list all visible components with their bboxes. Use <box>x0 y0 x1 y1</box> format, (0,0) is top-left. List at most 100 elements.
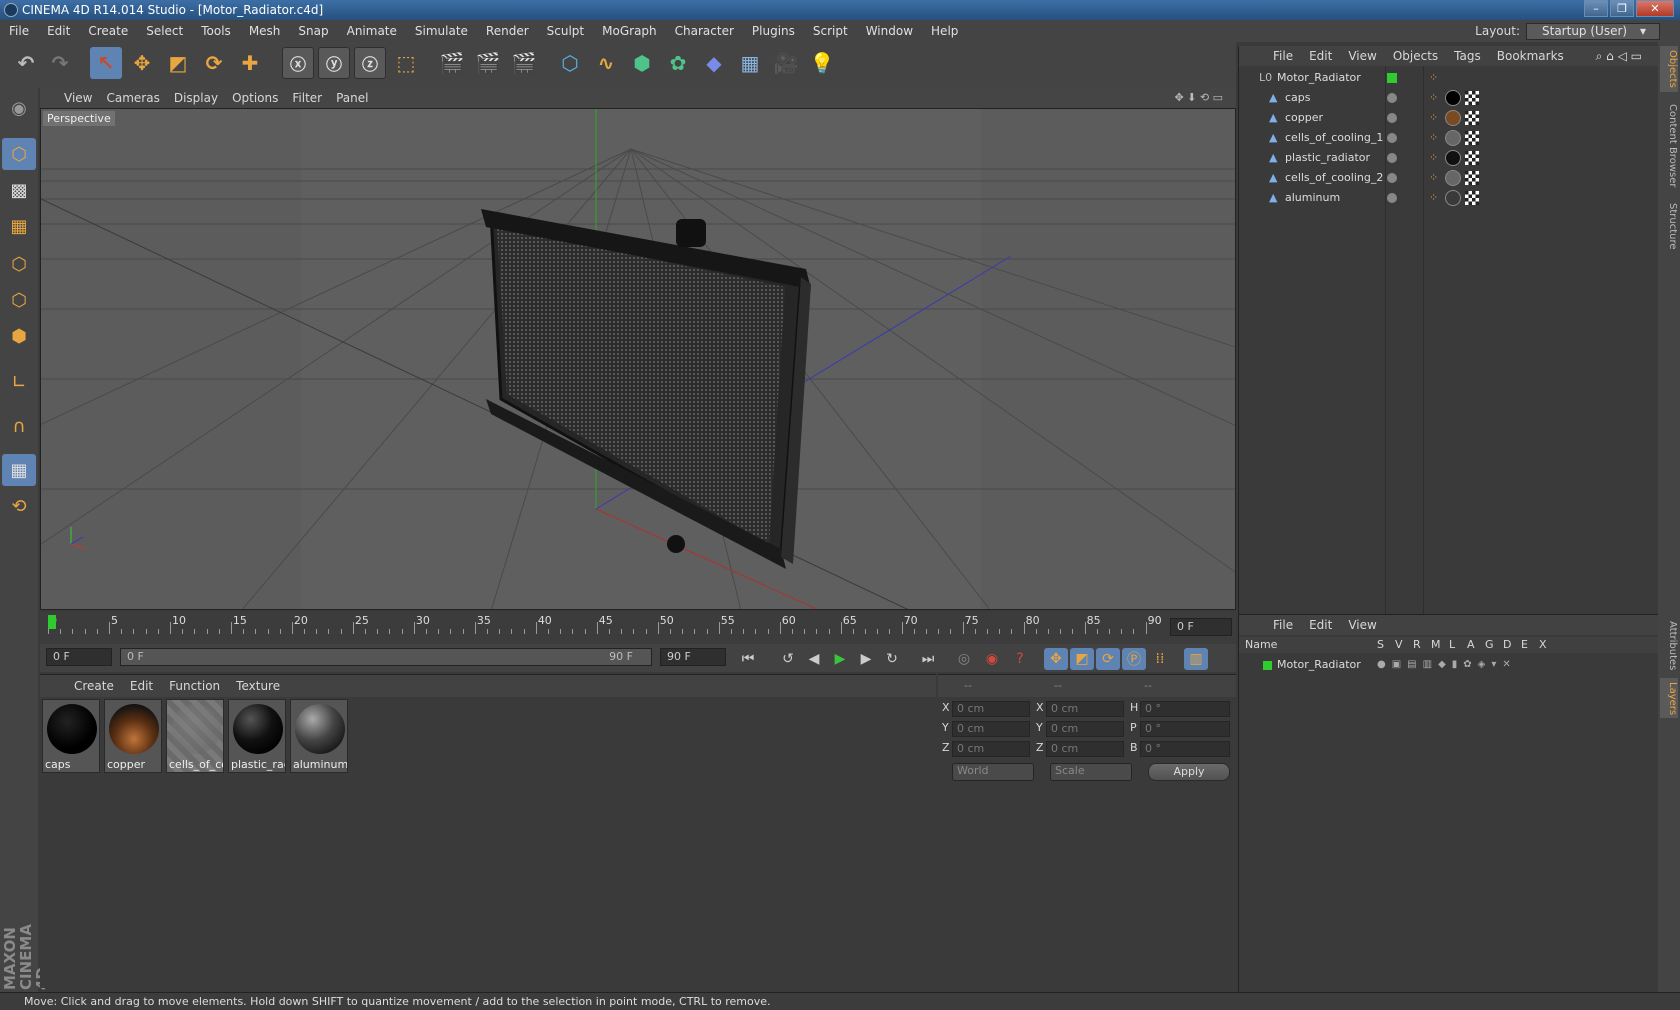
key-rotation-button[interactable]: ⟳ <box>1096 648 1120 670</box>
menu-file[interactable]: File <box>0 20 38 42</box>
visibility-dots-icon[interactable] <box>1387 193 1397 203</box>
render-settings-button[interactable]: 🎬 <box>508 47 540 79</box>
light-button[interactable]: 💡 <box>806 47 838 79</box>
end-frame-field[interactable]: 90 F <box>660 648 726 666</box>
camera-button[interactable]: 🎥 <box>770 47 802 79</box>
tab-objects[interactable]: Objects <box>1660 46 1678 92</box>
texture-tag-icon[interactable] <box>1465 91 1479 105</box>
next-frame-button[interactable]: ▶ <box>854 648 878 670</box>
material-swatch-caps[interactable]: caps <box>42 699 100 773</box>
layer-menu-file[interactable]: File <box>1265 615 1301 635</box>
texture-tag-icon[interactable] <box>1465 131 1479 145</box>
material-menu-edit[interactable]: Edit <box>122 675 161 697</box>
object-menu-bookmarks[interactable]: Bookmarks <box>1489 46 1572 66</box>
rotate-tool-button[interactable]: ⟳ <box>198 47 230 79</box>
phong-tag-icon[interactable]: ⁘ <box>1429 148 1438 168</box>
object-row[interactable]: ▲ plastic_radiator ⁘ <box>1239 148 1659 168</box>
material-swatch-aluminum[interactable]: aluminum <box>290 699 348 773</box>
move-tool-button[interactable]: ✥ <box>126 47 158 79</box>
coordinate-system-button[interactable]: ⬚ <box>390 47 422 79</box>
texture-tag-icon[interactable] <box>1465 191 1479 205</box>
z-axis-lock-button[interactable]: ⓩ <box>354 47 386 79</box>
phong-tag-icon[interactable]: ⁘ <box>1429 168 1438 188</box>
object-row[interactable]: ▲ cells_of_cooling_2 ⁘ <box>1239 168 1659 188</box>
keyframe-selection-button[interactable]: ? <box>1008 648 1032 670</box>
tab-content-browser[interactable]: Content Browser <box>1660 100 1678 192</box>
frame-range-slider[interactable]: 0 F 90 F <box>120 648 652 666</box>
locked-workplane-icon[interactable]: ⟲ <box>2 490 36 522</box>
material-tag-icon[interactable] <box>1445 190 1461 206</box>
make-editable-icon[interactable]: ◉ <box>2 92 36 124</box>
viewport-menu-filter[interactable]: Filter <box>285 88 329 108</box>
layer-row[interactable]: Motor_Radiator ●▣▤▥◆▮✿◈▾✕ <box>1239 655 1659 675</box>
material-tag-icon[interactable] <box>1445 150 1461 166</box>
object-menu-file[interactable]: File <box>1265 46 1301 66</box>
phong-tag-icon[interactable]: ⁘ <box>1429 88 1438 108</box>
rotation-h-field[interactable]: 0 ° <box>1140 701 1230 717</box>
material-swatch-cells-of-cooling[interactable]: cells_of_co <box>166 699 224 773</box>
workplane-lock-icon[interactable]: ▦ <box>2 454 36 486</box>
autokey-button[interactable]: ◉ <box>980 648 1004 670</box>
goto-next-key-button[interactable]: ↻ <box>880 648 904 670</box>
viewport-menu-cameras[interactable]: Cameras <box>99 88 166 108</box>
texture-tag-icon[interactable] <box>1465 171 1479 185</box>
tab-structure[interactable]: Structure <box>1660 198 1678 254</box>
key-parameter-button[interactable]: Ⓟ <box>1122 648 1146 670</box>
object-row[interactable]: ▲ cells_of_cooling_1 ⁘ <box>1239 128 1659 148</box>
viewport-menu-view[interactable]: View <box>40 88 99 108</box>
object-row[interactable]: ▲ copper ⁘ <box>1239 108 1659 128</box>
visibility-dots-icon[interactable] <box>1387 173 1397 183</box>
texture-tag-icon[interactable] <box>1465 111 1479 125</box>
y-axis-lock-button[interactable]: ⓨ <box>318 47 350 79</box>
menu-snap[interactable]: Snap <box>289 20 337 42</box>
menu-select[interactable]: Select <box>137 20 192 42</box>
texture-mode-icon[interactable]: ▩ <box>2 174 36 206</box>
current-frame-field[interactable]: 0 F <box>1170 618 1232 636</box>
size-x-field[interactable]: 0 cm <box>1046 701 1124 717</box>
object-menu-objects[interactable]: Objects <box>1385 46 1446 66</box>
position-y-field[interactable]: 0 cm <box>952 721 1030 737</box>
timeline-playhead[interactable] <box>48 615 56 629</box>
layer-flag-icons[interactable]: ●▣▤▥◆▮✿◈▾✕ <box>1377 655 1517 675</box>
phong-tag-icon[interactable]: ⁘ <box>1429 108 1438 128</box>
axis-mode-icon[interactable]: ∟ <box>2 366 36 398</box>
record-keys-button[interactable]: ◎ <box>952 648 976 670</box>
nurbs-button[interactable]: ⬢ <box>626 47 658 79</box>
undo-button[interactable]: ↶ <box>10 47 42 79</box>
menu-help[interactable]: Help <box>922 20 967 42</box>
material-swatch-plastic-radiator[interactable]: plastic_rad <box>228 699 286 773</box>
menu-script[interactable]: Script <box>804 20 857 42</box>
size-z-field[interactable]: 0 cm <box>1046 741 1124 757</box>
material-tag-icon[interactable] <box>1445 110 1461 126</box>
viewport-menu-options[interactable]: Options <box>225 88 285 108</box>
position-z-field[interactable]: 0 cm <box>952 741 1030 757</box>
scale-tool-button[interactable]: ◩ <box>162 47 194 79</box>
visibility-dots-icon[interactable] <box>1387 113 1397 123</box>
visibility-dots-icon[interactable] <box>1387 93 1397 103</box>
add-tool-button[interactable]: ✚ <box>234 47 266 79</box>
rotation-p-field[interactable]: 0 ° <box>1140 721 1230 737</box>
goto-previous-key-button[interactable]: ↺ <box>776 648 800 670</box>
menu-plugins[interactable]: Plugins <box>743 20 804 42</box>
menu-edit[interactable]: Edit <box>38 20 79 42</box>
deformer-button[interactable]: ◆ <box>698 47 730 79</box>
minimize-button[interactable]: – <box>1584 0 1608 17</box>
object-menu-edit[interactable]: Edit <box>1301 46 1340 66</box>
layer-menu-view[interactable]: View <box>1340 615 1384 635</box>
previous-frame-button[interactable]: ◀ <box>802 648 826 670</box>
array-button[interactable]: ✿ <box>662 47 694 79</box>
visibility-dots-icon[interactable] <box>1387 153 1397 163</box>
material-menu-create[interactable]: Create <box>66 675 122 697</box>
object-row[interactable]: ▲ caps ⁘ <box>1239 88 1659 108</box>
close-button[interactable]: ✕ <box>1636 0 1674 17</box>
timeline-ruler[interactable]: 051015202530354045505560657075808590 0 F <box>40 612 1236 644</box>
menu-character[interactable]: Character <box>666 20 743 42</box>
search-icon[interactable]: ⌕ ⌂ ◁ ▭ <box>1588 46 1650 66</box>
snapping-icon[interactable]: ∩ <box>2 410 36 442</box>
timeline-window-button[interactable]: ▥ <box>1184 648 1208 670</box>
x-axis-lock-button[interactable]: ⓧ <box>282 47 314 79</box>
object-menu-tags[interactable]: Tags <box>1446 46 1489 66</box>
render-view-button[interactable]: 🎬 <box>436 47 468 79</box>
texture-tag-icon[interactable] <box>1465 151 1479 165</box>
phong-tag-icon[interactable]: ⁘ <box>1429 128 1438 148</box>
